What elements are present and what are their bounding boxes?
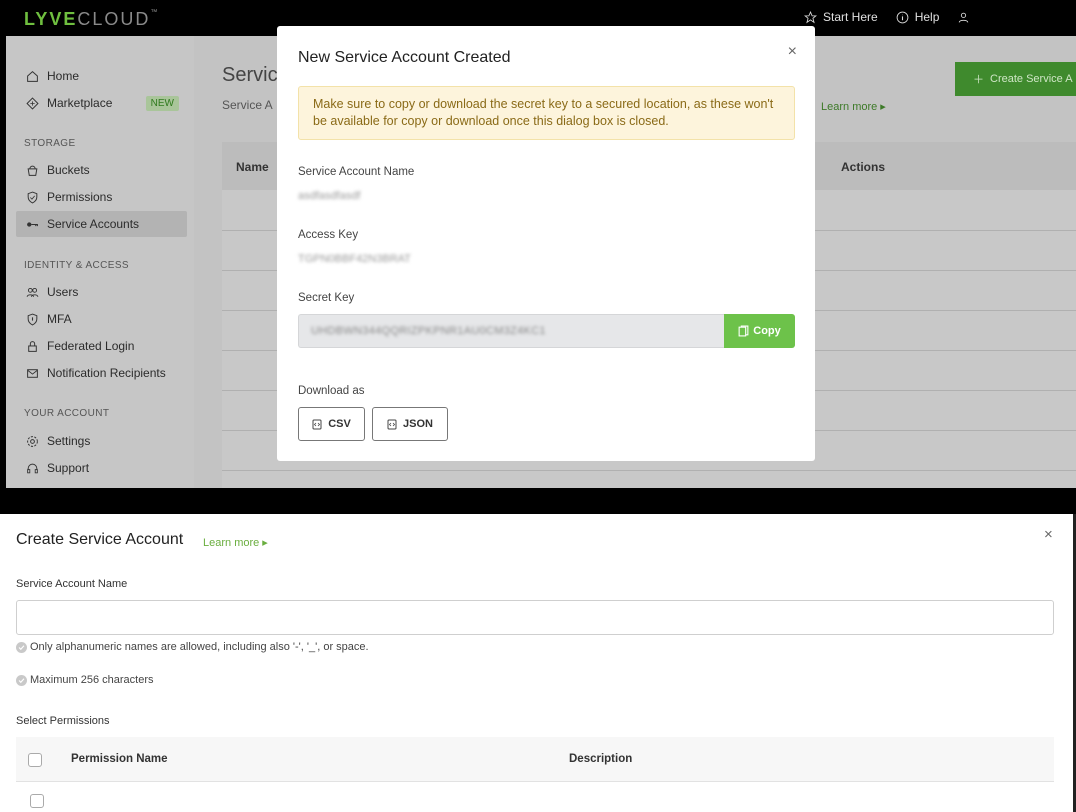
lock-icon (26, 340, 39, 353)
help-link[interactable]: Help (896, 10, 939, 24)
sidebar-item-notification-recipients[interactable]: Notification Recipients (16, 360, 187, 386)
start-here-link[interactable]: Start Here (804, 10, 878, 24)
shield-icon (26, 191, 39, 204)
lyve-cloud-logo[interactable]: LYVECLOUD™ (24, 9, 159, 30)
marketplace-icon (26, 96, 39, 110)
learn-more-link[interactable]: Learn more ▸ (821, 100, 886, 113)
download-json-button[interactable]: JSON (372, 407, 448, 441)
sidebar-item-buckets[interactable]: Buckets (16, 157, 187, 183)
new-service-account-dialog: New Service Account Created × Make sure … (277, 26, 815, 461)
top-screenshot: LYVECLOUD™ Start Here Help Home Marketpl… (0, 0, 1076, 488)
check-circle-icon (16, 641, 27, 653)
mail-icon (26, 367, 39, 380)
user-menu[interactable] (957, 11, 970, 24)
screenshot-separator (0, 488, 1076, 514)
users-icon (26, 286, 39, 299)
secret-key-value: UHDBWN344QQRIZPKPNR1AU0CM3Z4KC1 (311, 325, 546, 337)
gear-icon (26, 435, 39, 448)
service-account-name-value: asdfasdfasdf (298, 190, 361, 202)
user-icon (957, 11, 970, 24)
dialog-title: New Service Account Created (298, 49, 511, 66)
new-badge: NEW (145, 95, 179, 111)
key-icon (26, 218, 39, 231)
permissions-table-header: Permission Name Description (16, 737, 1054, 782)
warning-alert: Make sure to copy or download the secret… (298, 86, 795, 140)
mfa-shield-icon (26, 313, 39, 326)
sidebar-item-mfa[interactable]: MFA (16, 306, 187, 332)
column-name: Name (236, 160, 269, 174)
create-service-account-panel: Create Service Account Learn more ▸ × Se… (0, 514, 1076, 812)
secret-key-label: Secret Key (298, 292, 355, 304)
sidebar-section-account: YOUR ACCOUNT (24, 408, 110, 419)
sidebar-item-permissions[interactable]: Permissions (16, 184, 187, 210)
page-subtitle: Service A (222, 98, 273, 112)
sidebar-item-marketplace[interactable]: Marketplace NEW (16, 90, 187, 116)
hint-max-length: Maximum 256 characters (16, 674, 154, 686)
sidebar: Home Marketplace NEW STORAGE Buckets Per… (6, 36, 194, 488)
check-circle-icon (16, 674, 27, 686)
file-code-icon (387, 419, 397, 430)
service-account-name-label: Service Account Name (16, 578, 128, 590)
close-icon[interactable]: × (1044, 526, 1053, 543)
learn-more-link[interactable]: Learn more ▸ (203, 536, 268, 549)
sidebar-item-federated-login[interactable]: Federated Login (16, 333, 187, 359)
sidebar-item-home[interactable]: Home (16, 63, 187, 89)
home-icon (26, 70, 39, 83)
download-csv-button[interactable]: CSV (298, 407, 365, 441)
hint-alphanumeric: Only alphanumeric names are allowed, inc… (16, 641, 369, 653)
star-icon (804, 10, 817, 24)
access-key-value: TGPN0BBF42N3BRAT (298, 253, 411, 265)
access-key-label: Access Key (298, 229, 359, 241)
top-nav: Start Here Help (804, 10, 970, 24)
service-account-name-input[interactable] (16, 600, 1054, 635)
page-title: Servic (222, 64, 278, 86)
sidebar-item-support[interactable]: Support (16, 455, 187, 481)
service-account-name-label: Service Account Name (298, 166, 415, 178)
select-all-checkbox[interactable] (28, 753, 42, 767)
column-actions: Actions (841, 160, 886, 174)
column-description: Description (569, 753, 633, 765)
table-row (222, 470, 1076, 471)
create-service-account-button[interactable]: ＋ Create Service A (955, 62, 1076, 96)
panel-title: Create Service Account (16, 531, 184, 548)
copy-button[interactable]: Copy (724, 314, 795, 348)
select-permissions-label: Select Permissions (16, 715, 110, 727)
sidebar-item-service-accounts[interactable]: Service Accounts (16, 211, 187, 237)
copy-icon (738, 325, 749, 337)
sidebar-section-storage: STORAGE (24, 138, 76, 149)
row-checkbox[interactable] (30, 794, 44, 808)
headset-icon (26, 462, 39, 475)
download-as-label: Download as (298, 385, 365, 397)
sidebar-item-settings[interactable]: Settings (16, 428, 187, 454)
bucket-icon (26, 164, 39, 177)
secret-key-field[interactable]: UHDBWN344QQRIZPKPNR1AU0CM3Z4KC1 (298, 314, 724, 348)
close-icon[interactable]: × (788, 43, 797, 61)
file-code-icon (312, 419, 322, 430)
sidebar-section-identity: IDENTITY & ACCESS (24, 260, 129, 271)
sidebar-item-users[interactable]: Users (16, 279, 187, 305)
info-icon (896, 11, 909, 24)
column-permission-name: Permission Name (71, 753, 168, 765)
plus-icon: ＋ (973, 74, 984, 86)
